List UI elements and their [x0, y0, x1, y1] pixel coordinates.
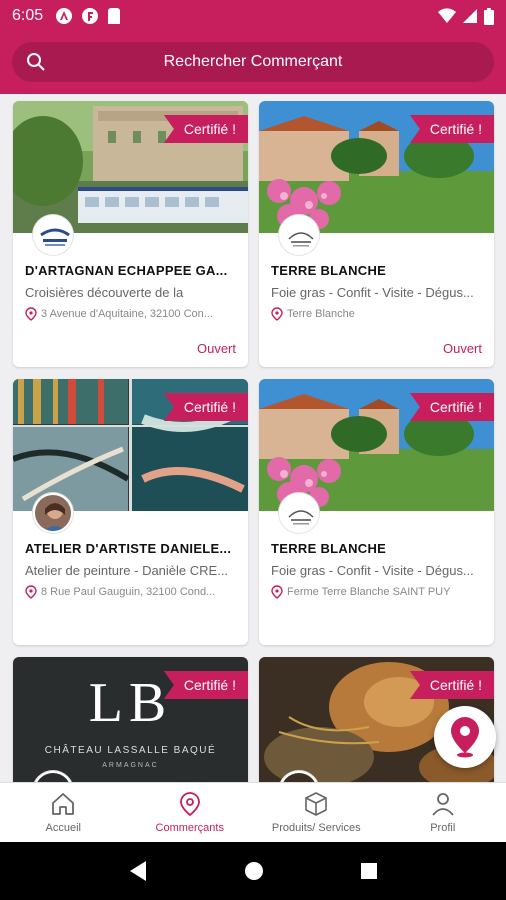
brand-logo-subtitle-2: ARMAGNAC — [102, 762, 159, 769]
app-a-icon — [56, 8, 73, 24]
certified-badge: Certifié ! — [163, 393, 248, 421]
system-nav-bar — [0, 842, 506, 900]
merchant-address: 3 Avenue d'Aquitaine, 32100 Con... — [25, 307, 237, 321]
nav-label: Produits/ Services — [271, 822, 361, 834]
merchant-description: Foie gras - Confit - Visite - Dégus... — [271, 285, 474, 300]
merchant-card[interactable]: Certifié ! D'ARTAGNAN ECHAPPEE GA... Cro… — [13, 101, 248, 367]
wifi-icon — [438, 8, 456, 23]
merchant-card[interactable]: Certifié ! ATELIER D'ARTISTE DANIELE... … — [13, 379, 248, 645]
recents-square-icon[interactable] — [360, 862, 378, 880]
certified-badge: Certifié ! — [163, 115, 248, 143]
merchant-address-text: Ferme Terre Blanche SAINT PUY — [287, 586, 451, 598]
merchant-grid: Certifié ! D'ARTAGNAN ECHAPPEE GA... Cro… — [0, 94, 506, 782]
search-icon[interactable] — [26, 52, 46, 72]
location-pin-icon — [25, 307, 37, 321]
home-icon — [52, 793, 75, 815]
certified-badge: Certifié ! — [409, 393, 494, 421]
signal-icon — [463, 9, 477, 23]
merchant-card[interactable]: Certifié ! TERRE BLANCHE Foie gras - Con… — [259, 379, 494, 645]
open-status: Ouvert — [196, 341, 236, 356]
merchant-name: ATELIER D'ARTISTE DANIELE... — [25, 541, 232, 556]
location-pin-icon — [179, 792, 200, 817]
merchant-address: 8 Rue Paul Gauguin, 32100 Cond... — [25, 585, 237, 599]
merchant-logo — [33, 215, 73, 255]
map-fab-button[interactable] — [434, 706, 496, 768]
nav-label: Commerçants — [155, 822, 224, 834]
merchant-address-text: 3 Avenue d'Aquitaine, 32100 Con... — [41, 308, 213, 320]
nav-item-commercants[interactable]: Commerçants — [127, 783, 254, 842]
status-time: 6:05 — [12, 7, 44, 24]
brand-logo-subtitle: CHÂTEAU LASSALLE BAQUÉ — [44, 745, 217, 756]
status-bar: 6:05 — [0, 0, 506, 32]
sim-card-icon — [108, 8, 121, 24]
system-icons — [438, 7, 494, 25]
map-pin-icon — [451, 717, 479, 758]
back-icon[interactable] — [128, 860, 148, 882]
nav-item-produits-services[interactable]: Produits/ Services — [253, 783, 380, 842]
open-status: Ouvert — [442, 341, 482, 356]
merchant-card[interactable]: LB CHÂTEAU LASSALLE BAQUÉ ARMAGNAC Certi… — [13, 657, 248, 782]
box-icon — [305, 792, 328, 816]
merchant-description: Atelier de peinture - Danièle CRE... — [25, 563, 229, 578]
notification-icons — [55, 7, 121, 25]
battery-icon — [484, 7, 494, 25]
location-pin-icon — [271, 585, 283, 599]
person-icon — [432, 793, 454, 816]
merchant-name: D'ARTAGNAN ECHAPPEE GA... — [25, 263, 228, 278]
merchant-card[interactable]: Certifié ! TERRE BLANCHE Foie gras - Con… — [259, 101, 494, 367]
merchant-logo — [279, 215, 319, 255]
merchant-name: TERRE BLANCHE — [271, 541, 387, 556]
merchant-address: Ferme Terre Blanche SAINT PUY — [271, 585, 483, 599]
certified-badge: Certifié ! — [409, 671, 494, 699]
nav-item-accueil[interactable]: Accueil — [0, 783, 127, 842]
merchant-description: Foie gras - Confit - Visite - Dégus... — [271, 563, 474, 578]
certified-badge: Certifié ! — [163, 671, 248, 699]
merchant-address-text: Terre Blanche — [287, 308, 355, 320]
merchant-name: TERRE BLANCHE — [271, 263, 387, 278]
home-circle-icon[interactable] — [244, 861, 264, 881]
nav-item-profil[interactable]: Profil — [380, 783, 506, 842]
merchant-logo — [33, 493, 73, 533]
location-pin-icon — [271, 307, 283, 321]
merchant-description: Croisières découverte de la — [25, 285, 184, 300]
certified-badge: Certifié ! — [409, 115, 494, 143]
nav-label: Accueil — [45, 822, 81, 834]
search-placeholder[interactable]: Rechercher Commerçant — [12, 53, 494, 71]
app-f-icon — [82, 8, 99, 24]
nav-label: Profil — [430, 822, 456, 834]
merchant-logo — [279, 493, 319, 533]
location-pin-icon — [25, 585, 37, 599]
merchant-address-text: 8 Rue Paul Gauguin, 32100 Cond... — [41, 586, 216, 598]
bottom-nav: Accueil Commerçants Produits/ Services P… — [0, 782, 506, 842]
search-bar[interactable]: Rechercher Commerçant — [12, 42, 494, 82]
header: Rechercher Commerçant — [0, 32, 506, 94]
merchant-address: Terre Blanche — [271, 307, 483, 321]
